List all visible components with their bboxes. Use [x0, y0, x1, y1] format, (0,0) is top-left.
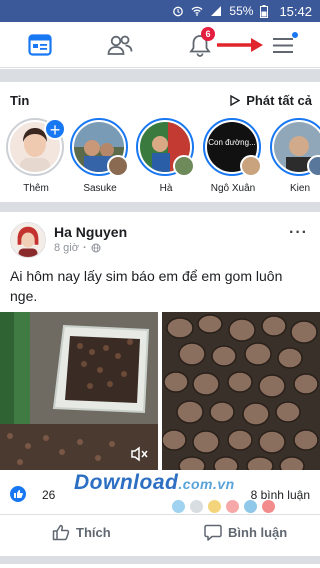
battery-icon	[260, 4, 269, 18]
story-preview-text: Con đường...	[208, 138, 256, 147]
globe-icon	[91, 243, 101, 253]
mute-icon[interactable]	[130, 446, 150, 462]
story-name: Kien	[289, 183, 310, 194]
play-all-label: Phát tất cả	[246, 93, 312, 108]
story-avatar: Con đường...	[203, 118, 262, 177]
alarm-icon	[173, 6, 184, 17]
watermark-text: Download	[74, 471, 179, 494]
story-item[interactable]: Hà	[136, 118, 196, 194]
battery-percent: 55%	[229, 4, 254, 18]
stories-title: Tin	[10, 93, 30, 108]
watermark-dots	[172, 500, 275, 513]
clock: 15:42	[279, 3, 312, 19]
story-name: Hà	[159, 183, 173, 194]
friends-tab[interactable]	[105, 30, 135, 60]
menu-tab[interactable]	[268, 30, 298, 60]
like-count[interactable]: 26	[42, 488, 55, 502]
post-actions: Thích Bình luận	[0, 514, 320, 550]
story-item-add[interactable]: + Thêm	[6, 118, 66, 194]
like-icon	[52, 524, 70, 541]
section-divider	[0, 69, 320, 82]
notification-badge: 6	[201, 27, 215, 41]
status-bar: 55% 15:42	[0, 0, 320, 22]
menu-icon	[273, 38, 293, 53]
friends-icon	[107, 35, 133, 55]
pointer-arrow	[217, 38, 263, 52]
stories-header: Tin Phát tất cả	[10, 93, 312, 109]
download-watermark: Download.com.vn	[74, 471, 235, 495]
comment-icon	[204, 524, 222, 541]
post-photo[interactable]	[162, 312, 320, 470]
story-item[interactable]: Con đường... Ngô Xuân	[203, 118, 263, 194]
like-label: Thích	[76, 525, 111, 540]
play-icon	[230, 95, 241, 106]
comment-button[interactable]: Bình luận	[204, 524, 287, 541]
like-button[interactable]: Thích	[52, 524, 111, 541]
story-name: Thêm	[23, 183, 49, 194]
signal-icon	[211, 6, 222, 16]
like-reaction-icon	[10, 486, 26, 502]
post-author[interactable]: Ha Nguyen	[54, 224, 127, 240]
next-post-preview	[0, 556, 320, 568]
story-name: Sasuke	[83, 183, 117, 194]
add-story-button[interactable]: +	[44, 118, 66, 140]
top-nav-bar: 6	[0, 22, 320, 68]
feed-post: Ha Nguyen 8 giờ · ··· Ai hôm nay lấy sim…	[0, 212, 320, 552]
story-avatar	[136, 118, 195, 177]
story-item[interactable]: Sasuke	[70, 118, 130, 194]
author-avatar[interactable]	[10, 222, 46, 258]
post-text: Ai hôm nay lấy sim báo em để em gom luôn…	[10, 268, 283, 304]
story-avatar	[70, 118, 129, 177]
story-avatar: +	[6, 118, 66, 176]
menu-indicator-dot	[292, 32, 298, 38]
news-feed-tab[interactable]	[25, 30, 55, 60]
play-all-button[interactable]: Phát tất cả	[230, 93, 312, 108]
post-time-label: 8 giờ	[54, 242, 79, 254]
story-avatar	[270, 118, 320, 177]
story-item[interactable]: Kien	[270, 118, 320, 194]
stories-section: Tin Phát tất cả + Thêm Sasuke Hà Con đườ…	[0, 82, 320, 202]
news-feed-icon	[28, 34, 52, 56]
section-divider	[0, 202, 320, 212]
story-name: Ngô Xuân	[210, 183, 256, 194]
wifi-icon	[191, 6, 203, 16]
watermark-suffix: .com.vn	[178, 476, 235, 492]
notifications-tab[interactable]: 6	[185, 27, 215, 60]
post-time: 8 giờ ·	[54, 242, 101, 254]
post-video[interactable]	[0, 312, 158, 470]
post-options-button[interactable]: ···	[289, 224, 308, 242]
comment-label: Bình luận	[228, 525, 288, 540]
